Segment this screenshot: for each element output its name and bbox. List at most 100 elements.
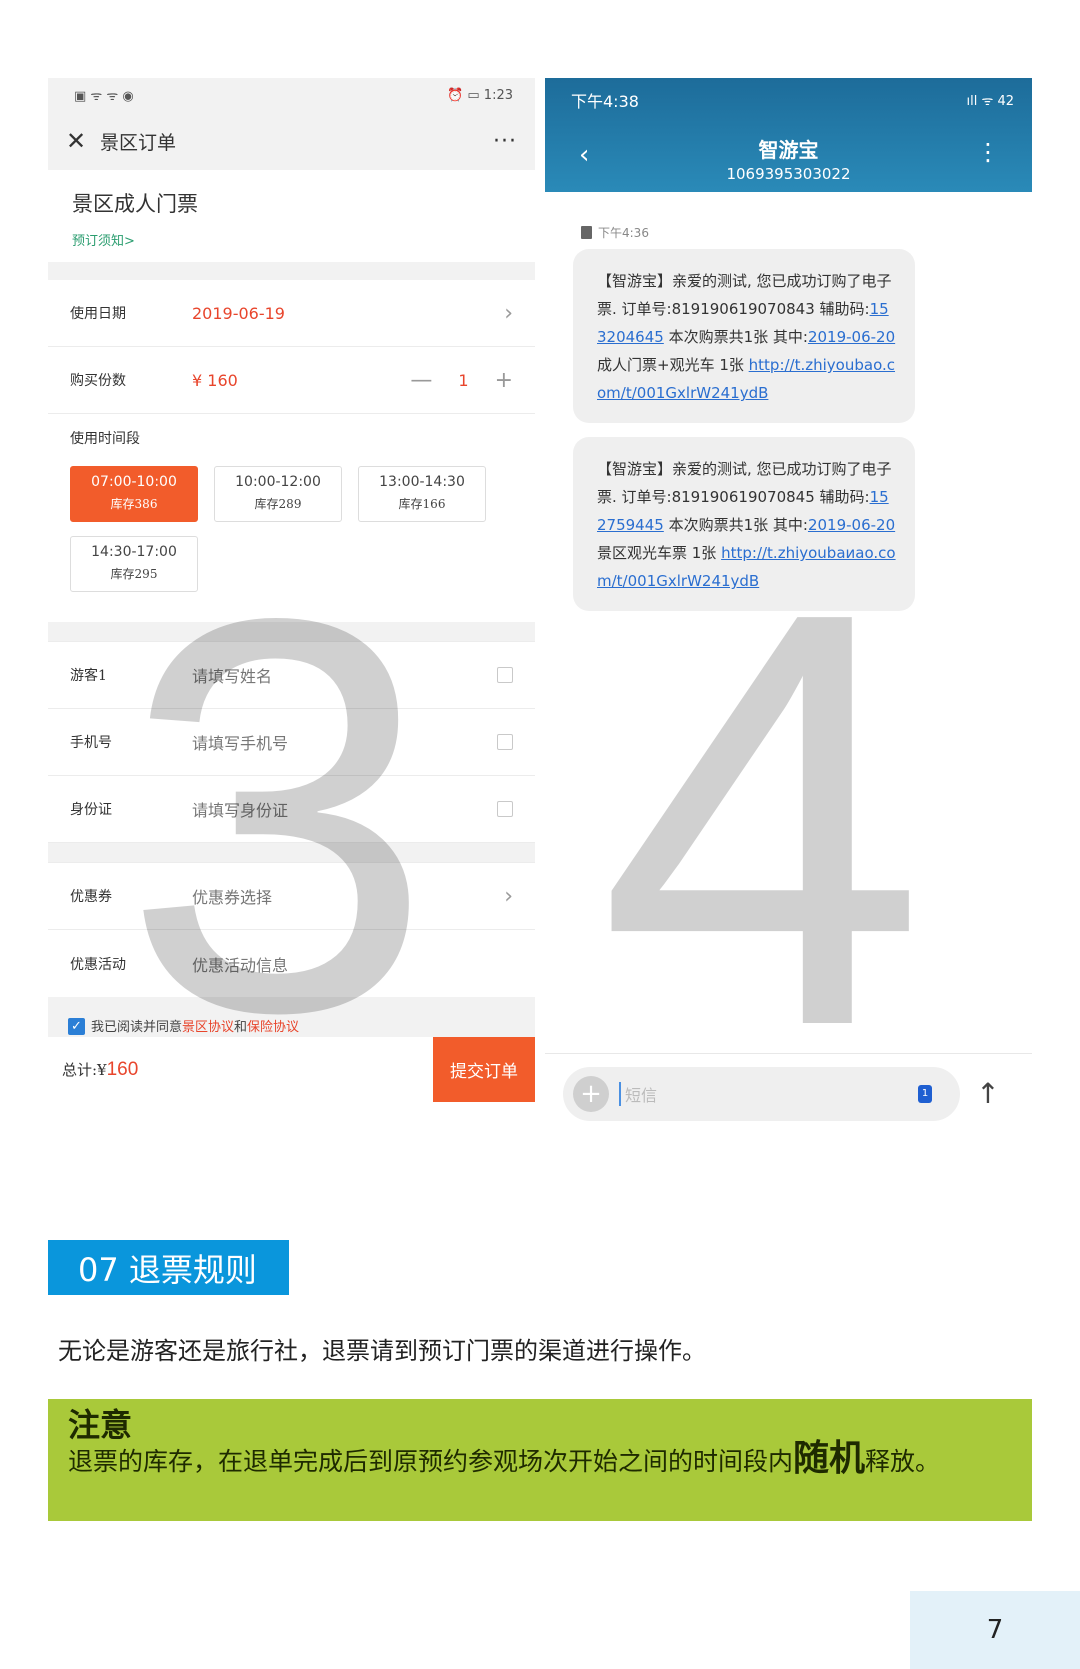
minus-button[interactable]: —: [410, 368, 432, 393]
time-slot-label: 使用时间段: [70, 431, 140, 447]
time-slot-option[interactable]: 10:00-12:00 库存289: [214, 466, 342, 522]
scenic-agreement-link[interactable]: 景区协议: [182, 1016, 234, 1035]
id-input[interactable]: 请填写身份证: [192, 797, 497, 821]
phone-label: 手机号: [70, 735, 112, 751]
edit-icon: [497, 667, 513, 683]
message-input[interactable]: 短信: [619, 1081, 918, 1106]
page-number: 7: [910, 1591, 1080, 1669]
quantity-row: 购买份数 ¥ 160 — 1 +: [48, 347, 535, 414]
message-input-bar: + 短信 1 ↑: [545, 1053, 1032, 1133]
chevron-right-icon: ›: [504, 883, 513, 909]
promo-info: 优惠活动信息: [192, 955, 289, 975]
quantity-value: 1: [458, 370, 469, 390]
message-text: 【智游宝】亲爱的测试, 您已成功订购了电子票. 订单号:819190619070…: [597, 460, 892, 506]
quantity-label: 购买份数: [70, 373, 126, 389]
slot-time: 13:00-14:30: [379, 474, 465, 490]
menu-icon[interactable]: ⋮: [976, 138, 1000, 166]
battery-clock: ⏰ ▭ 1:23: [447, 87, 513, 103]
back-icon[interactable]: ‹: [579, 140, 589, 170]
divider: [48, 843, 535, 863]
time-slot-option[interactable]: 07:00-10:00 库存386: [70, 466, 198, 522]
coupon-select: 优惠券选择: [192, 888, 273, 907]
section-paragraph: 无论是游客还是旅行社，退票请到预订门票的渠道进行操作。: [58, 1337, 706, 1365]
booking-notice-link[interactable]: 预订须知>: [72, 230, 511, 249]
slot-stock: 库存166: [398, 497, 446, 511]
date-label: 使用日期: [70, 306, 126, 322]
sender-name: 智游宝: [758, 138, 819, 162]
date-row[interactable]: 使用日期 2019-06-19 ›: [48, 280, 535, 347]
slot-time: 10:00-12:00: [235, 474, 321, 490]
ticket-info: 景区成人门票 预订须知>: [48, 170, 535, 262]
message-input-box: + 短信 1: [563, 1066, 960, 1121]
message-text: 【智游宝】亲爱的测试, 您已成功订购了电子票. 订单号:819190619070…: [597, 272, 892, 318]
date-link[interactable]: 2019-06-20: [808, 328, 895, 346]
quantity-stepper: — 1 +: [410, 368, 513, 393]
promo-row: 优惠活动 优惠活动信息: [48, 930, 535, 997]
plus-button[interactable]: +: [495, 368, 513, 393]
slot-stock: 库存289: [254, 497, 302, 511]
slot-stock: 库存295: [110, 567, 158, 581]
edit-icon: [497, 801, 513, 817]
phone-input[interactable]: 请填写手机号: [192, 730, 497, 754]
insurance-agreement-link[interactable]: 保险协议: [247, 1016, 299, 1035]
note-text: 退票的库存，在退单完成后到原预约参观场次开始之间的时间段内: [68, 1447, 794, 1476]
visitor-name-row: 游客1 请填写姓名: [48, 642, 535, 709]
edit-icon: [497, 734, 513, 750]
status-icons: ıll ᯤ 42: [966, 94, 1014, 109]
sim-card-icon[interactable]: 1: [918, 1084, 932, 1103]
total-value: 160: [106, 1058, 139, 1080]
signal-icons: ▣ ᯤ ᯤ ◉: [74, 89, 134, 104]
section-heading: 07 退票规则: [48, 1240, 289, 1295]
sms-header: 下午4:38 ıll ᯤ 42 ‹ 智游宝 1069395303022 ⋮: [545, 78, 1032, 192]
visitor-name-input[interactable]: 请填写姓名: [192, 663, 497, 687]
status-bar: 下午4:38 ıll ᯤ 42: [545, 78, 1032, 122]
agreement-and: 和: [234, 1020, 248, 1035]
agreement-row: ✓ 我已阅读并同意 景区协议 和 保险协议: [48, 997, 535, 1037]
slot-stock: 库存386: [110, 497, 158, 511]
time-slot-grid: 07:00-10:00 库存386 10:00-12:00 库存289 13:0…: [70, 466, 513, 592]
message-text: 本次购票共1张 其中:: [663, 328, 808, 346]
note-box: 注意 退票的库存，在退单完成后到原预约参观场次开始之间的时间段内随机释放。: [48, 1399, 1032, 1521]
message-text: 本次购票共1张 其中:: [663, 516, 808, 534]
unit-price: ¥ 160: [192, 370, 238, 390]
time-slot-section: 使用时间段 07:00-10:00 库存386 10:00-12:00 库存28…: [48, 414, 535, 622]
message-text: 景区观光车票 1张: [597, 544, 722, 562]
total-label: 总计:¥: [62, 1060, 107, 1079]
divider: [48, 622, 535, 642]
agreement-checkbox[interactable]: ✓: [68, 1018, 85, 1035]
coupon-row[interactable]: 优惠券 优惠券选择 ›: [48, 863, 535, 930]
message-bubble: 【智游宝】亲爱的测试, 您已成功订购了电子票. 订单号:819190619070…: [573, 249, 915, 423]
scenic-order-screenshot: ▣ ᯤ ᯤ ◉ ⏰ ▭ 1:23 ✕ 景区订单 ··· 景区成人门票 预订须知>…: [48, 78, 535, 1133]
order-footer: 总计:¥160 提交订单: [48, 1037, 535, 1102]
nav-bar: ✕ 景区订单 ···: [48, 112, 535, 170]
ticket-name: 景区成人门票: [72, 192, 198, 216]
submit-order-button[interactable]: 提交订单: [433, 1037, 535, 1102]
divider: [48, 262, 535, 280]
sms-screenshot: 下午4:38 ıll ᯤ 42 ‹ 智游宝 1069395303022 ⋮ 下午…: [545, 78, 1032, 1133]
page-title: 景区订单: [100, 131, 177, 154]
note-body: 退票的库存，在退单完成后到原预约参观场次开始之间的时间段内随机释放。: [68, 1441, 1012, 1478]
slot-time: 14:30-17:00: [91, 544, 177, 560]
id-label: 身份证: [70, 802, 112, 818]
time-slot-option[interactable]: 14:30-17:00 库存295: [70, 536, 198, 592]
message-timestamp: 下午4:36: [545, 192, 1032, 241]
timestamp-text: 下午4:36: [598, 226, 649, 240]
coupon-label: 优惠券: [70, 889, 112, 905]
conversation-title: ‹ 智游宝 1069395303022 ⋮: [545, 134, 1032, 188]
message-text: 成人门票+观光车 1张: [597, 356, 749, 374]
promo-label: 优惠活动: [70, 956, 126, 973]
chevron-right-icon: ›: [504, 300, 513, 326]
status-time: 下午4:38: [571, 92, 639, 111]
date-link[interactable]: 2019-06-20: [808, 516, 895, 534]
agreement-text: 我已阅读并同意: [91, 1020, 183, 1035]
sim-icon: [581, 226, 592, 239]
plus-icon[interactable]: +: [573, 1075, 609, 1112]
close-icon[interactable]: ✕: [66, 127, 96, 155]
send-icon[interactable]: ↑: [960, 1077, 1016, 1110]
more-icon[interactable]: ···: [493, 129, 517, 154]
status-bar: ▣ ᯤ ᯤ ◉ ⏰ ▭ 1:23: [48, 78, 535, 112]
note-text: 释放。: [865, 1447, 941, 1476]
time-slot-option[interactable]: 13:00-14:30 库存166: [358, 466, 486, 522]
visitor-label: 游客1: [70, 668, 107, 684]
sender-number: 1069395303022: [726, 165, 851, 183]
